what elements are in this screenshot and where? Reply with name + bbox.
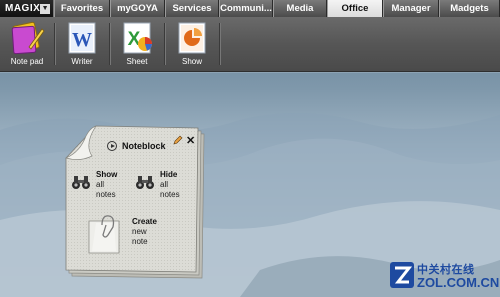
show-all-notes-button[interactable]: Show all notes (96, 170, 117, 200)
noteblock-title: Noteblock (122, 141, 166, 151)
svg-text:W: W (72, 29, 92, 51)
play-circle-icon[interactable] (107, 141, 117, 151)
tab-favorites[interactable]: Favorites (54, 0, 110, 17)
show-action-line1: all (96, 180, 105, 189)
office-toolbar: Note pad W Writer X Sheet Show (0, 17, 500, 72)
show-action-line2: notes (96, 190, 116, 199)
magix-brand-button[interactable]: MAGIX ▼ (0, 0, 54, 17)
tab-office[interactable]: Office (327, 0, 383, 17)
noteblock-widget[interactable]: Noteblock ✕ Show all notes Hide all note… (62, 122, 207, 280)
note-pad-label: Note pad (10, 57, 44, 66)
writer-icon: W (64, 21, 100, 55)
writer-button[interactable]: W Writer (55, 17, 109, 71)
sheet-label: Sheet (126, 57, 148, 66)
top-menu-bar: MAGIX ▼ Favorites myGOYA Services Commun… (0, 0, 500, 17)
hide-all-notes-button[interactable]: Hide all notes (160, 170, 180, 200)
show-button[interactable]: Show (165, 17, 219, 71)
show-action-title: Show (96, 170, 118, 179)
create-action-line1: new (132, 227, 147, 236)
sheet-icon: X (119, 21, 155, 55)
chevron-down-icon[interactable]: ▼ (40, 3, 50, 14)
create-new-note-button[interactable]: Create new note (132, 217, 157, 247)
tab-manager[interactable]: Manager (383, 0, 439, 17)
tab-communities[interactable]: Communi... (219, 0, 273, 17)
binoculars-icon (72, 176, 90, 189)
tab-services[interactable]: Services (165, 0, 219, 17)
hide-action-line1: all (160, 180, 169, 189)
toolbar-divider (219, 23, 220, 65)
create-action-title: Create (132, 217, 157, 226)
zol-watermark: 中关村在线 ZOL.COM.CN (389, 258, 500, 294)
brand-label: MAGIX (5, 3, 41, 14)
tab-mygoya[interactable]: myGOYA (110, 0, 165, 17)
writer-label: Writer (71, 57, 93, 66)
tab-madgets[interactable]: Madgets (439, 0, 500, 17)
tab-media[interactable]: Media (273, 0, 327, 17)
note-pad-icon (9, 21, 45, 55)
binoculars-hide-icon (136, 176, 154, 189)
hide-action-line2: notes (160, 190, 180, 199)
zol-logo-icon (390, 262, 414, 288)
hide-action-title: Hide (160, 170, 178, 179)
new-note-icon (88, 215, 120, 254)
create-action-line2: note (132, 237, 148, 246)
edit-pen-icon[interactable] (173, 135, 183, 145)
close-icon[interactable]: ✕ (186, 136, 195, 147)
show-icon (174, 21, 210, 55)
watermark-english: ZOL.COM.CN (417, 275, 500, 290)
sheet-button[interactable]: X Sheet (110, 17, 164, 71)
show-label: Show (181, 57, 202, 66)
note-pad-button[interactable]: Note pad (0, 17, 54, 71)
